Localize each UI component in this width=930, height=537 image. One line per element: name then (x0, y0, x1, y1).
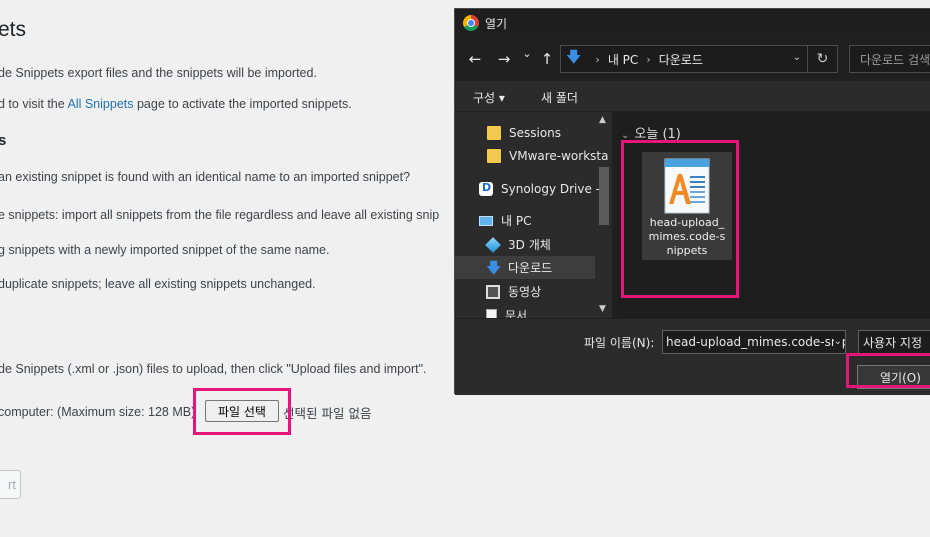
chevron-down-icon[interactable]: ⌄ (833, 336, 842, 347)
search-input[interactable]: 다운로드 검색 (849, 45, 930, 73)
sidebar-item-label: 다운로드 (508, 261, 553, 275)
no-file-selected: 선택된 파일 없음 (283, 406, 372, 421)
downloads-icon: 🡇 (486, 258, 502, 277)
sidebar-item-pc[interactable]: 내 PC (455, 209, 595, 232)
file-type-select[interactable]: 사용자 지정 (858, 330, 930, 354)
pc-icon (479, 215, 493, 226)
navigation-pane: Sessions VMware-worksta Synology Drive -… (455, 112, 612, 318)
sidebar-item-3d-objects[interactable]: 3D 개체 (455, 233, 595, 256)
chevron-down-icon[interactable]: ⌄ (793, 52, 801, 63)
duplicate-heading: s (0, 132, 7, 149)
chevron-right-icon: › (595, 52, 600, 66)
recent-locations-icon[interactable]: ⌄ (517, 47, 537, 60)
instructions-post: page to activate the imported snippets. (133, 97, 352, 111)
forward-icon[interactable]: → (494, 50, 514, 68)
filename-label: 파일 이름(N): (584, 336, 655, 350)
folder-icon (487, 148, 501, 163)
scroll-up-icon[interactable]: ▲ (599, 115, 606, 125)
upload-size-label: computer: (Maximum size: 128 MB) (0, 405, 196, 419)
synology-drive-icon (479, 181, 493, 196)
organize-button[interactable]: 구성 ▾ (473, 89, 505, 106)
sidebar-item-label: 문서 (505, 309, 528, 318)
highlight-box (621, 140, 739, 298)
upload-import-button[interactable]: rt (0, 470, 21, 499)
sidebar-scrollbar[interactable]: ▲ ▼ (596, 112, 612, 318)
sidebar-item-sessions[interactable]: Sessions (455, 121, 595, 144)
scrollbar-thumb[interactable] (599, 167, 609, 225)
scroll-down-icon[interactable]: ▼ (599, 304, 606, 314)
sidebar-item-downloads[interactable]: 🡇 다운로드 (455, 256, 595, 279)
up-folder-icon[interactable]: ↑ (537, 50, 557, 68)
documents-icon (486, 308, 497, 318)
chevron-right-icon: › (646, 52, 651, 66)
sidebar-item-documents[interactable]: 문서 (455, 304, 595, 318)
videos-icon (486, 284, 500, 299)
navigation-bar: ← → ⌄ ↑ 🡇 › 내 PC › 다운로드 ⌄ ↻ 다운로드 검색 (455, 42, 930, 76)
back-icon[interactable]: ← (465, 50, 485, 68)
chrome-icon (463, 15, 479, 31)
sidebar-item-label: 동영상 (508, 285, 542, 299)
option-ignore[interactable]: e snippets: import all snippets from the… (0, 208, 439, 222)
sidebar-item-videos[interactable]: 동영상 (455, 280, 595, 303)
sidebar-item-label: Sessions (509, 125, 562, 140)
sidebar-item-label: 3D 개체 (508, 238, 551, 252)
downloads-icon: 🡇 (566, 47, 582, 66)
import-instructions: d to visit the All Snippets page to acti… (0, 97, 352, 111)
upload-description: de Snippets (.xml or .json) files to upl… (0, 362, 427, 376)
3d-objects-icon (485, 236, 501, 253)
sidebar-item-label: VMware-worksta (509, 148, 609, 163)
option-replace[interactable]: g snippets with a newly imported snippet… (0, 243, 329, 257)
option-skip[interactable]: duplicate snippets; leave all existing s… (0, 277, 316, 291)
refresh-icon[interactable]: ↻ (807, 46, 837, 72)
instructions-pre: d to visit the (0, 97, 68, 111)
sidebar-item-label: Synology Drive - (501, 181, 601, 196)
import-description: de Snippets export files and the snippet… (0, 66, 317, 80)
sidebar-item-label: 내 PC (501, 214, 532, 228)
breadcrumb-pc[interactable]: 내 PC (608, 51, 638, 68)
folder-icon (487, 125, 501, 140)
new-folder-button[interactable]: 새 폴더 (541, 89, 578, 106)
highlight-box (193, 388, 291, 435)
filename-value: head-upload_mimes.code-snippets (666, 335, 845, 349)
page-title: ets (0, 18, 27, 41)
address-bar[interactable]: 🡇 › 내 PC › 다운로드 ⌄ ↻ (560, 45, 838, 73)
highlight-box (846, 353, 930, 388)
all-snippets-link[interactable]: All Snippets (67, 97, 133, 111)
dialog-titlebar: 열기 (455, 9, 930, 37)
dialog-title: 열기 (485, 16, 508, 31)
sidebar-item-vmware[interactable]: VMware-worksta (455, 144, 608, 167)
dialog-toolbar: 구성 ▾ 새 폴더 (455, 81, 930, 111)
filename-input[interactable]: head-upload_mimes.code-snippets ⌄ (662, 330, 846, 354)
sidebar-item-synology[interactable]: Synology Drive - (455, 177, 600, 200)
breadcrumb-downloads[interactable]: 다운로드 (659, 51, 703, 68)
duplicate-question: an existing snippet is found with an ide… (0, 170, 411, 184)
